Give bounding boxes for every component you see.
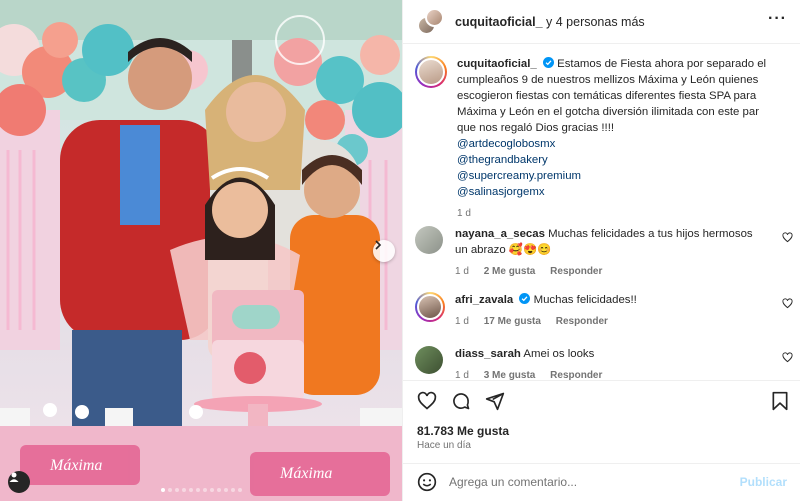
post-photo[interactable]: Máxima Máxima	[0, 0, 402, 501]
carousel-dot	[188, 488, 193, 492]
reply-button[interactable]: Responder	[550, 370, 602, 380]
svg-text:Máxima: Máxima	[279, 465, 332, 482]
caption-age: 1 d	[457, 208, 471, 219]
heart-icon[interactable]	[782, 352, 793, 363]
comment-likes[interactable]: 3 Me gusta	[484, 370, 536, 380]
carousel-dots	[0, 488, 402, 492]
likes-count[interactable]: 81.783 Me gusta	[417, 424, 509, 438]
post-actions: 81.783 Me gusta Hace un día Agrega un co…	[403, 380, 800, 498]
post-caption: cuquitaoficial_ Estamos de Fiesta ahora …	[415, 56, 795, 222]
publish-button[interactable]: Publicar	[740, 475, 787, 489]
next-photo-button[interactable]	[373, 240, 395, 262]
save-icon[interactable]	[771, 391, 789, 411]
reply-button[interactable]: Responder	[556, 316, 608, 327]
heart-icon[interactable]	[417, 391, 437, 411]
avatar[interactable]	[415, 346, 443, 374]
author-username[interactable]: cuquitaoficial_	[455, 15, 543, 29]
verified-badge-icon	[519, 293, 531, 304]
carousel-dot	[181, 488, 186, 492]
carousel-dot	[230, 488, 235, 492]
mention-link[interactable]: @thegrandbakery	[457, 152, 777, 168]
comment-likes[interactable]: 17 Me gusta	[484, 316, 541, 327]
comment-age: 1 d	[455, 316, 469, 327]
comment-age: 1 d	[455, 266, 469, 277]
caption-username[interactable]: cuquitaoficial_	[457, 58, 537, 70]
carousel-dot	[202, 488, 207, 492]
comment-likes[interactable]: 2 Me gusta	[484, 266, 536, 277]
carousel-dot	[216, 488, 221, 492]
heart-icon[interactable]	[782, 232, 793, 243]
verified-badge-icon	[542, 57, 554, 68]
comment-age: 1 d	[455, 370, 469, 380]
post-author-line[interactable]: cuquitaoficial_ y 4 personas más	[455, 15, 645, 29]
mention-link[interactable]: @salinasjorgemx	[457, 184, 777, 200]
comments-scroll-area[interactable]: cuquitaoficial_ Estamos de Fiesta ahora …	[403, 44, 800, 380]
chevron-right-icon	[375, 240, 382, 250]
comment-username[interactable]: diass_sarah	[455, 348, 521, 360]
post-details-panel: cuquitaoficial_ y 4 personas más ··· cuq…	[402, 0, 800, 501]
add-comment-bar: Agrega un comentario... Publicar	[403, 463, 800, 499]
user-tag-icon	[9, 472, 19, 482]
carousel-dot	[174, 488, 179, 492]
carousel-dot	[237, 488, 242, 492]
reply-button[interactable]: Responder	[550, 266, 602, 277]
svg-text:Máxima: Máxima	[49, 457, 102, 474]
comment-username[interactable]: nayana_a_secas	[455, 228, 545, 240]
carousel-dot	[160, 488, 165, 492]
mention-link[interactable]: @artdecoglobosmx	[457, 136, 777, 152]
comment-text: Muchas felicidades!!	[533, 294, 637, 306]
comment-text: Amei os looks	[523, 348, 595, 360]
avatar[interactable]	[415, 56, 447, 88]
comment-username[interactable]: afri_zavala	[455, 294, 513, 306]
avatar[interactable]	[415, 226, 443, 254]
comment-item: nayana_a_secas Muchas felicidades a tus …	[415, 226, 795, 280]
more-options-icon[interactable]: ···	[768, 11, 787, 27]
comment-item: afri_zavala Muchas felicidades!! 1 d 17 …	[415, 292, 795, 330]
carousel-dot	[195, 488, 200, 492]
post-header: cuquitaoficial_ y 4 personas más ···	[403, 0, 800, 44]
comment-input[interactable]: Agrega un comentario...	[449, 475, 740, 489]
emoji-icon[interactable]	[417, 472, 437, 492]
collaborators-text[interactable]: y 4 personas más	[546, 15, 645, 29]
comment-icon[interactable]	[451, 391, 471, 411]
avatar	[425, 7, 444, 27]
carousel-dot	[167, 488, 172, 492]
share-icon[interactable]	[485, 391, 505, 411]
avatar[interactable]	[415, 292, 445, 322]
carousel-dot	[209, 488, 214, 492]
carousel-dot	[223, 488, 228, 492]
heart-icon[interactable]	[782, 298, 793, 309]
family-photo-illustration: Máxima Máxima	[0, 0, 402, 501]
mention-link[interactable]: @supercreamy.premium	[457, 168, 777, 184]
post-time[interactable]: Hace un día	[417, 440, 471, 451]
collaborators-avatars[interactable]	[417, 7, 445, 36]
comment-item: diass_sarah Amei os looks 1 d 3 Me gusta…	[415, 346, 795, 380]
